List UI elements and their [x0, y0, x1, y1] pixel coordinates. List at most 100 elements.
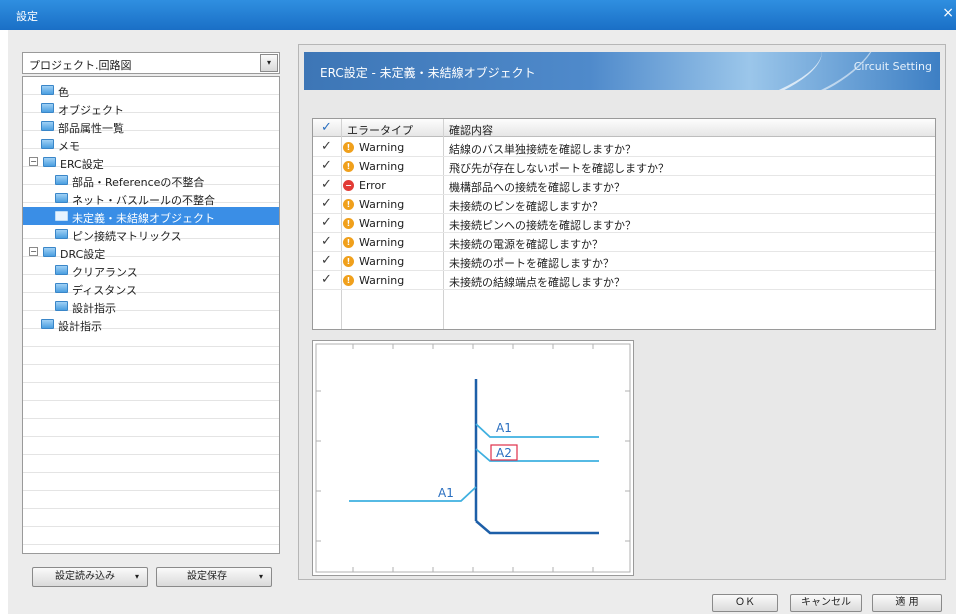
tree-item-label: ディスタンス [72, 284, 138, 297]
table-row[interactable]: ✓ − Error 機構部品への接続を確認しますか？ [313, 176, 935, 195]
error-type-cell: Warning [359, 141, 405, 154]
folder-icon [41, 85, 54, 95]
folder-icon [55, 283, 68, 293]
row-checkbox[interactable]: ✓ [321, 234, 332, 249]
folder-icon [55, 265, 68, 275]
folder-icon [41, 121, 54, 131]
content-cell: 未接続の電源を確認しますか？ [449, 238, 603, 251]
net-label-a1-input: A1 [438, 486, 454, 500]
panel-subtitle: Circuit Setting [853, 60, 932, 73]
collapse-icon[interactable]: − [29, 247, 38, 256]
tree-item[interactable]: ピン接続マトリックス [23, 225, 279, 243]
error-type-cell: Warning [359, 274, 405, 287]
wire-a1 [475, 423, 599, 438]
tree-item[interactable]: ネット・バスルールの不整合 [23, 189, 279, 207]
ok-button[interactable]: ＯＫ [712, 594, 778, 612]
folder-icon [55, 193, 68, 203]
save-settings-button[interactable]: 設定保存 ▾ [156, 567, 272, 587]
tree-item-label: メモ [58, 140, 80, 153]
folder-icon [41, 139, 54, 149]
tree-item[interactable]: − ERC設定 [23, 153, 279, 171]
folder-icon [55, 175, 68, 185]
table-row[interactable]: ✓! Warning 未接続の結線端点を確認しますか？ [313, 271, 935, 290]
tree-item-label: 部品属性一覧 [58, 122, 124, 135]
load-settings-button[interactable]: 設定読み込み ▾ [32, 567, 148, 587]
header-content[interactable]: 確認内容 [449, 122, 493, 138]
window-title: 設定 [16, 10, 38, 23]
row-checkbox[interactable]: ✓ [321, 158, 332, 173]
tree-item[interactable]: 設計指示 [23, 297, 279, 315]
collapse-icon[interactable]: − [29, 157, 38, 166]
chevron-down-icon: ▾ [134, 572, 139, 581]
table-row[interactable]: ✓! Warning 結線のバス単独接続を確認しますか？ [313, 138, 935, 157]
tree-item[interactable]: クリアランス [23, 261, 279, 279]
tree-item-label: 色 [58, 86, 69, 99]
project-selector[interactable]: プロジェクト.回路図 ▾ [22, 52, 280, 74]
table-row[interactable]: ✓! Warning 未接続のポートを確認しますか？ [313, 252, 935, 271]
tree-item-label: DRC設定 [60, 248, 106, 261]
header-check[interactable]: ✓ [321, 120, 332, 135]
tree-item[interactable]: 未定義・未結線オブジェクト [23, 207, 279, 225]
row-checkbox[interactable]: ✓ [321, 272, 332, 287]
settings-tree: 色オブジェクト部品属性一覧 メモ − ERC設定 部品・Referenceの不整合 ネット… [22, 76, 280, 554]
schematic-drawing: A1 A2 A1 [315, 343, 631, 573]
folder-icon [43, 247, 56, 257]
tree-item-label: 設計指示 [58, 320, 102, 333]
warning-icon: ! [343, 142, 354, 153]
header-error-type[interactable]: エラータイプ [347, 122, 413, 138]
warning-icon: ! [343, 161, 354, 172]
tree-item[interactable]: 設計指示 [23, 315, 279, 333]
cancel-button[interactable]: キャンセル [790, 594, 862, 612]
table-row[interactable]: ✓! Warning 飛び先が存在しないポートを確認しますか？ [313, 157, 935, 176]
error-type-cell: Warning [359, 198, 405, 211]
sheet-frame [315, 343, 631, 573]
tree-item[interactable]: 部品属性一覧 [23, 117, 279, 135]
error-type-cell: Warning [359, 255, 405, 268]
warning-icon: ! [343, 218, 354, 229]
content-cell: 結線のバス単独接続を確認しますか？ [449, 143, 636, 156]
save-settings-label: 設定保存 [187, 571, 227, 582]
error-type-cell: Warning [359, 217, 405, 230]
content-cell: 機構部品への接続を確認しますか？ [449, 181, 625, 194]
net-label-a1: A1 [496, 421, 512, 435]
table-row[interactable]: ✓! Warning 未接続の電源を確認しますか？ [313, 233, 935, 252]
panel-banner: ERC設定 - 未定義・未結線オブジェクト Circuit Setting [304, 52, 940, 90]
chevron-down-icon[interactable]: ▾ [260, 54, 278, 72]
warning-icon: ! [343, 199, 354, 210]
apply-button[interactable]: 適 用 [872, 594, 942, 612]
warning-icon: ! [343, 237, 354, 248]
tree-item-label: 未定義・未結線オブジェクト [72, 212, 215, 225]
content-cell: 未接続の結線端点を確認しますか？ [449, 276, 625, 289]
content-cell: 未接続ピンへの接続を確認しますか？ [449, 219, 636, 232]
erc-rules-table: ✓ エラータイプ 確認内容 ✓! Warning 結線のバス単独接続を確認しますか？… [312, 118, 936, 330]
load-settings-label: 設定読み込み [55, 571, 115, 582]
warning-icon: ! [343, 275, 354, 286]
tree-item[interactable]: ディスタンス [23, 279, 279, 297]
tree-item[interactable]: オブジェクト [23, 99, 279, 117]
content-cell: 飛び先が存在しないポートを確認しますか？ [449, 162, 669, 175]
row-checkbox[interactable]: ✓ [321, 177, 332, 192]
tree-item[interactable]: 部品・Referenceの不整合 [23, 171, 279, 189]
close-icon[interactable]: × [942, 5, 954, 21]
table-row[interactable]: ✓! Warning 未接続のピンを確認しますか？ [313, 195, 935, 214]
row-checkbox[interactable]: ✓ [321, 196, 332, 211]
folder-icon [55, 301, 68, 311]
tree-item-label: クリアランス [72, 266, 138, 279]
folder-icon [41, 103, 54, 113]
folder-icon [55, 211, 68, 221]
table-header: ✓ エラータイプ 確認内容 [313, 119, 935, 137]
schematic-preview: A1 A2 A1 [312, 340, 634, 576]
tree-item[interactable]: − DRC設定 [23, 243, 279, 261]
wire-a2 [475, 448, 599, 462]
row-checkbox[interactable]: ✓ [321, 139, 332, 154]
tree-item[interactable]: 色 [23, 81, 279, 99]
row-checkbox[interactable]: ✓ [321, 215, 332, 230]
tree-item[interactable]: メモ [23, 135, 279, 153]
row-checkbox[interactable]: ✓ [321, 253, 332, 268]
table-row[interactable]: ✓! Warning 未接続ピンへの接続を確認しますか？ [313, 214, 935, 233]
content-cell: 未接続のピンを確認しますか？ [449, 200, 603, 213]
error-type-cell: Warning [359, 160, 405, 173]
error-type-cell: Warning [359, 236, 405, 249]
panel-title: ERC設定 - 未定義・未結線オブジェクト [320, 66, 536, 80]
chevron-down-icon: ▾ [258, 572, 263, 581]
